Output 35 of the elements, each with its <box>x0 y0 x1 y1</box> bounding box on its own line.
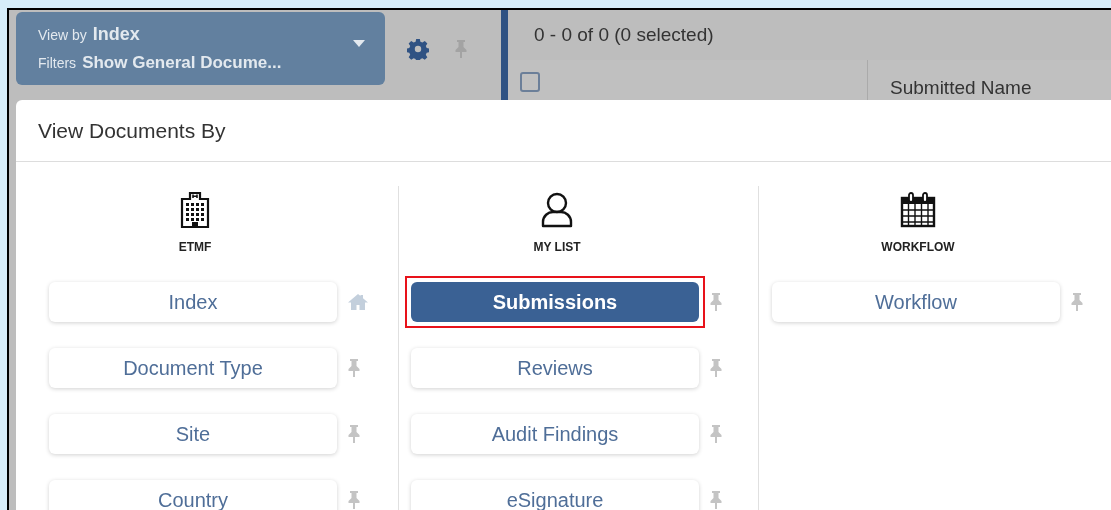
group-label: WORKFLOW <box>881 239 955 256</box>
pin-icon[interactable] <box>1070 292 1084 312</box>
view-option-button[interactable]: Document Type <box>49 348 337 388</box>
filters-value: Show General Docume... <box>82 52 282 75</box>
view-option-button[interactable]: Submissions <box>411 282 699 322</box>
view-by-dropdown[interactable]: View by Index Filters Show General Docume... <box>16 12 385 85</box>
pin-icon[interactable] <box>709 490 723 510</box>
view-option-button[interactable]: Index <box>49 282 337 322</box>
home-icon[interactable] <box>347 293 369 311</box>
view-by-label: View by <box>38 26 87 46</box>
pin-icon[interactable] <box>347 490 361 510</box>
hospital-building-icon <box>180 192 210 228</box>
splitter-bar[interactable] <box>501 10 508 102</box>
pin-icon[interactable] <box>347 424 361 444</box>
calendar-icon <box>900 192 936 228</box>
view-option-button[interactable]: Reviews <box>411 348 699 388</box>
group-label: ETMF <box>178 239 212 256</box>
user-icon <box>540 192 574 228</box>
view-by-value: Index <box>92 23 140 47</box>
settings-icon[interactable] <box>407 38 429 60</box>
pin-icon[interactable] <box>709 292 723 312</box>
select-all-checkbox[interactable] <box>520 71 540 92</box>
view-option-button[interactable]: Audit Findings <box>411 414 699 454</box>
pin-icon[interactable] <box>709 358 723 378</box>
filters-label: Filters <box>38 54 77 74</box>
pin-icon[interactable] <box>347 358 361 378</box>
column-header[interactable]: Submitted Name <box>890 76 1032 98</box>
pin-icon[interactable] <box>454 39 468 59</box>
group-label: MY LIST <box>533 239 581 256</box>
view-option-button[interactable]: Site <box>49 414 337 454</box>
caret-icon <box>353 39 365 48</box>
pin-icon[interactable] <box>709 424 723 444</box>
view-option-button[interactable]: Workflow <box>772 282 1060 322</box>
dialog-title: View Documents By <box>38 117 226 144</box>
result-count: 0 - 0 of 0 (0 selected) <box>534 22 714 47</box>
